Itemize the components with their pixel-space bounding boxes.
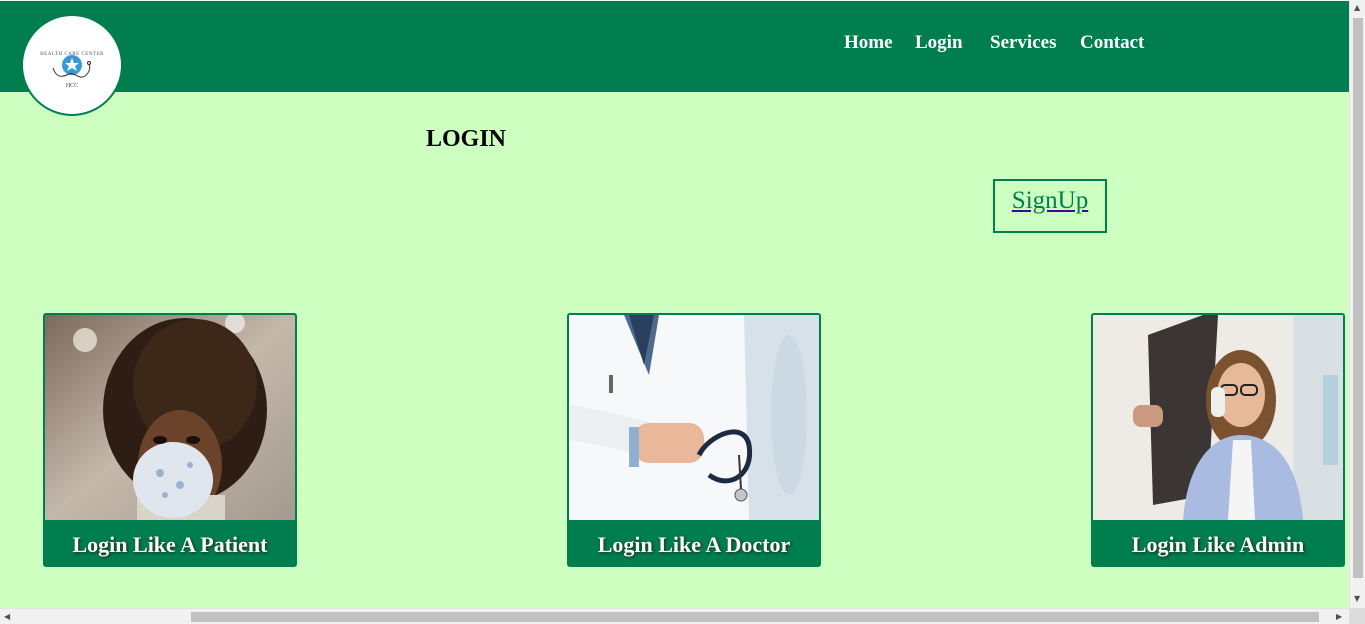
admin-login-label: Login Like Admin — [1131, 532, 1305, 557]
patient-photo — [45, 315, 295, 520]
scroll-right-arrow-icon[interactable]: ▶ — [1336, 613, 1342, 621]
nav-services[interactable]: Services — [990, 32, 1056, 54]
doctor-login-label: Login Like A Doctor — [597, 532, 791, 557]
logo-top-text: HEALTH CARE CENTER — [40, 52, 104, 57]
doctor-photo — [569, 315, 819, 520]
patient-login-label: Login Like A Patient — [72, 532, 268, 557]
nav-contact[interactable]: Contact — [1080, 32, 1144, 54]
signup-box: SignUp — [993, 179, 1107, 233]
admin-photo — [1093, 315, 1343, 520]
signup-link[interactable]: SignUp — [1012, 187, 1088, 214]
scroll-left-arrow-icon[interactable]: ◀ — [4, 613, 10, 621]
scrollbar-corner — [1349, 608, 1365, 624]
doctor-login-card[interactable]: Login Like A Doctor — [567, 313, 821, 567]
site-header: Home Login Services Contact — [0, 0, 1349, 92]
horizontal-scrollbar[interactable]: ◀ ▶ — [0, 608, 1349, 624]
nav-home[interactable]: Home — [844, 32, 893, 54]
horizontal-scroll-thumb[interactable] — [191, 612, 1319, 622]
vertical-scrollbar[interactable]: ▲ ▼ — [1349, 0, 1365, 608]
site-logo[interactable]: HEALTH CARE CENTER HCC — [21, 14, 123, 116]
nav-login[interactable]: Login — [915, 32, 963, 54]
scroll-up-arrow-icon[interactable]: ▲ — [1354, 4, 1360, 12]
admin-login-card[interactable]: Login Like Admin — [1091, 313, 1345, 567]
page-title: LOGIN — [426, 126, 507, 152]
patient-login-card[interactable]: Login Like A Patient — [43, 313, 297, 567]
logo-emblem-icon — [52, 55, 91, 78]
logo-bottom-text: HCC — [65, 83, 79, 89]
scroll-down-arrow-icon[interactable]: ▼ — [1354, 595, 1360, 603]
vertical-scroll-thumb[interactable] — [1353, 18, 1363, 578]
